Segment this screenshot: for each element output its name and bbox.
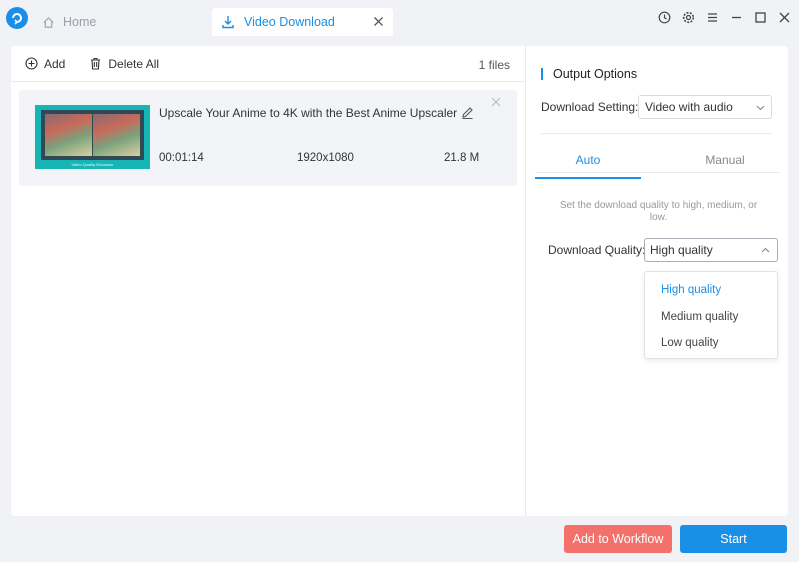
file-item[interactable]: Video Quality Enhancer Upscale Your Anim… xyxy=(19,90,517,186)
tab-video-download[interactable]: Video Download xyxy=(212,8,393,36)
add-to-workflow-button[interactable]: Add to Workflow xyxy=(564,525,672,553)
thumbnail-caption: Video Quality Enhancer xyxy=(71,162,114,167)
app-logo-icon xyxy=(6,7,28,29)
tab-video-download-label: Video Download xyxy=(244,15,335,29)
tab-home-label: Home xyxy=(63,15,97,29)
edit-icon[interactable] xyxy=(461,106,474,119)
output-options-panel: Output Options Download Setting: Video w… xyxy=(525,46,788,516)
window-controls xyxy=(657,10,791,24)
download-setting-label: Download Setting: xyxy=(541,100,639,114)
video-thumbnail: Video Quality Enhancer xyxy=(35,105,150,169)
quality-option-high[interactable]: High quality xyxy=(645,277,777,304)
window-close-icon[interactable] xyxy=(777,10,791,24)
tab-manual[interactable]: Manual xyxy=(672,153,778,177)
menu-icon[interactable] xyxy=(705,10,719,24)
quality-dropdown: High quality Medium quality Low quality xyxy=(644,271,778,359)
file-duration: 00:01:14 xyxy=(159,152,204,164)
history-icon[interactable] xyxy=(657,10,671,24)
file-toolbar: Add Delete All 1 files xyxy=(11,46,525,82)
chevron-up-icon xyxy=(761,247,770,253)
output-options-title: Output Options xyxy=(541,68,637,80)
quality-hint: Set the download quality to high, medium… xyxy=(559,200,758,223)
chevron-down-icon xyxy=(756,105,765,111)
tab-auto[interactable]: Auto xyxy=(535,153,641,179)
quality-option-low[interactable]: Low quality xyxy=(645,330,777,357)
file-list-panel: Add Delete All 1 files Video Quality Enh… xyxy=(11,46,525,516)
divider xyxy=(541,133,772,134)
tab-home[interactable]: Home xyxy=(42,8,96,36)
add-button[interactable]: Add xyxy=(25,57,65,71)
download-setting-select[interactable]: Video with audio xyxy=(638,95,772,119)
home-icon xyxy=(43,16,54,28)
download-icon xyxy=(222,16,234,29)
gear-icon[interactable] xyxy=(681,10,695,24)
minimize-icon[interactable] xyxy=(729,10,743,24)
file-size: 21.8 M xyxy=(444,152,480,164)
maximize-icon[interactable] xyxy=(753,10,767,24)
trash-icon xyxy=(91,57,101,70)
file-title: Upscale Your Anime to 4K with the Best A… xyxy=(159,106,459,120)
add-button-label: Add xyxy=(44,56,66,71)
download-quality-label: Download Quality: xyxy=(548,243,646,257)
quality-option-medium[interactable]: Medium quality xyxy=(645,304,777,331)
start-button[interactable]: Start xyxy=(680,525,787,553)
download-quality-value: High quality xyxy=(650,243,713,257)
tab-underline xyxy=(535,172,779,173)
delete-all-button-label: Delete All xyxy=(108,56,160,71)
file-count: 1 files xyxy=(478,58,510,72)
title-bar: Home Video Download xyxy=(0,0,799,40)
remove-file-icon[interactable] xyxy=(491,97,501,107)
download-setting-value: Video with audio xyxy=(645,100,733,114)
delete-all-button[interactable]: Delete All xyxy=(89,57,159,71)
file-resolution: 1920x1080 xyxy=(297,152,354,164)
add-icon xyxy=(25,57,38,70)
download-quality-select[interactable]: High quality xyxy=(644,238,778,262)
close-icon[interactable] xyxy=(373,16,384,27)
